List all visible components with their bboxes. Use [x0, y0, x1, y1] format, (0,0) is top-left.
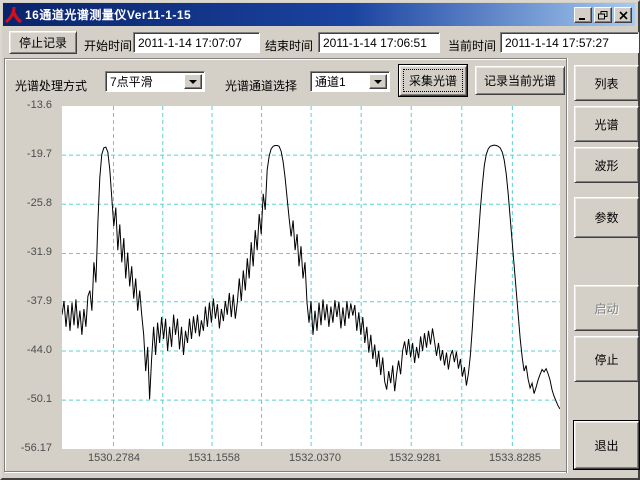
panel-separator — [566, 58, 567, 473]
chevron-down-icon — [189, 80, 197, 84]
y-tick-label: -50.1 — [6, 393, 52, 405]
current-time-label: 当前时间 — [448, 37, 496, 54]
channel-value: 通道1 — [315, 73, 346, 90]
app-logo-icon — [5, 6, 22, 24]
channel-select-label: 光谱通道选择 — [225, 77, 297, 94]
minimize-icon — [578, 11, 588, 20]
restore-icon — [598, 11, 608, 20]
spectrum-chart — [62, 106, 560, 449]
x-tick-label: 1532.0370 — [280, 452, 350, 464]
x-tick-label: 1532.9281 — [380, 452, 450, 464]
x-tick-label: 1530.2784 — [79, 452, 149, 464]
chevron-down-icon — [374, 80, 382, 84]
restore-button[interactable] — [594, 7, 612, 23]
stop-record-button[interactable]: 停止记录 — [9, 31, 77, 54]
channel-select[interactable]: 通道1 — [310, 71, 390, 92]
y-tick-label: -25.8 — [6, 197, 52, 209]
end-time-field[interactable]: 2011-1-14 17:06:51 — [318, 32, 440, 53]
acquire-spectrum-button[interactable]: 采集光谱 — [399, 65, 467, 96]
y-tick-label: -19.7 — [6, 148, 52, 160]
window-title: 16通道光谱测量仪Ver11-1-15 — [25, 6, 191, 23]
current-time-field[interactable]: 2011-1-14 17:57:27 — [500, 32, 639, 53]
sidebar-button-list[interactable]: 列表 — [574, 65, 639, 101]
end-time-label: 结束时间 — [265, 37, 313, 54]
title-bar: 16通道光谱测量仪Ver11-1-15 — [3, 3, 635, 26]
app-window: 16通道光谱测量仪Ver11-1-15 停止记录 开始时间 2011-1-14 … — [0, 0, 640, 480]
y-tick-label: -31.9 — [6, 246, 52, 258]
sidebar-button-params[interactable]: 参数 — [574, 197, 639, 238]
record-current-spectrum-button[interactable]: 记录当前光谱 — [475, 66, 565, 95]
process-mode-label: 光谱处理方式 — [15, 77, 87, 94]
start-time-label: 开始时间 — [84, 37, 132, 54]
close-icon — [619, 11, 628, 20]
sidebar-button-exit[interactable]: 退出 — [574, 421, 639, 469]
start-time-field[interactable]: 2011-1-14 17:07:07 — [133, 32, 260, 53]
close-button[interactable] — [614, 7, 632, 23]
sidebar-button-stop[interactable]: 停止 — [574, 336, 639, 382]
spectrum-curve-svg — [62, 106, 560, 449]
sidebar-button-waveform[interactable]: 波形 — [574, 147, 639, 183]
y-tick-label: -44.0 — [6, 344, 52, 356]
x-tick-label: 1533.8285 — [480, 452, 550, 464]
process-mode-select[interactable]: 7点平滑 — [105, 71, 205, 92]
channel-dropdown-button[interactable] — [369, 74, 387, 89]
y-tick-label: -13.6 — [6, 99, 52, 111]
sidebar-button-spectrum[interactable]: 光谱 — [574, 106, 639, 142]
process-mode-value: 7点平滑 — [110, 73, 153, 90]
x-tick-label: 1531.1558 — [179, 452, 249, 464]
y-tick-label: -56.17 — [6, 442, 52, 454]
y-tick-label: -37.9 — [6, 295, 52, 307]
process-mode-dropdown-button[interactable] — [184, 74, 202, 89]
minimize-button[interactable] — [574, 7, 592, 23]
sidebar-button-start: 启动 — [574, 285, 639, 331]
